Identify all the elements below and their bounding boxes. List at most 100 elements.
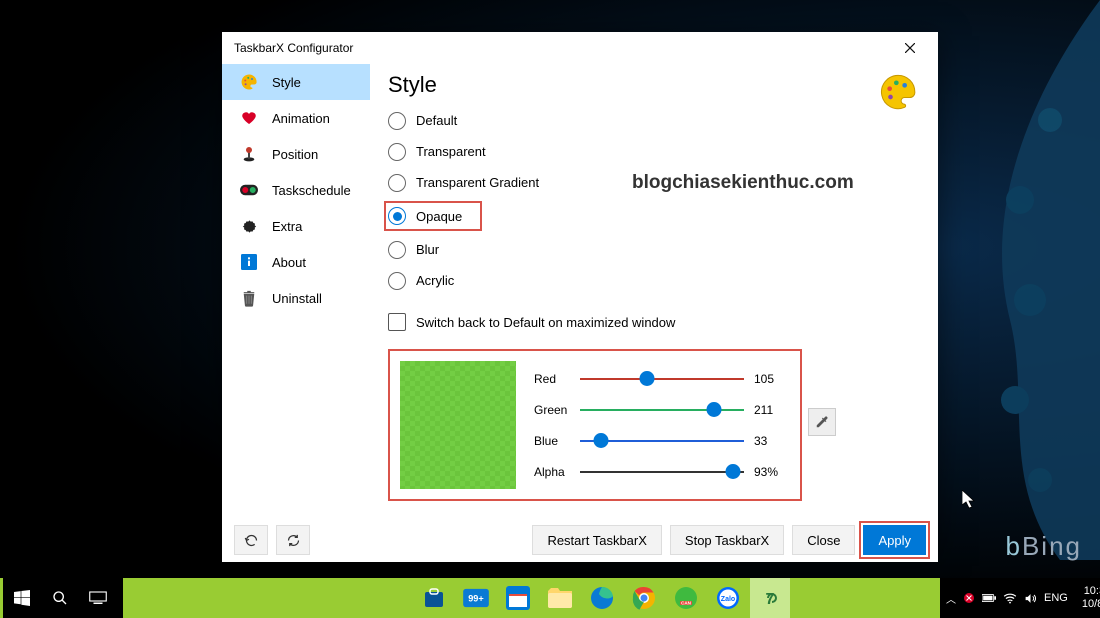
task-view-icon xyxy=(89,591,107,605)
taskbar-app-zalo[interactable]: Zalo xyxy=(708,578,748,618)
sidebar: Style Animation Position Taskschedule xyxy=(222,64,370,518)
refresh-button[interactable] xyxy=(276,525,310,555)
taskbar-app-calendar[interactable] xyxy=(498,578,538,618)
eyedropper-icon xyxy=(815,415,829,429)
sidebar-item-label: Position xyxy=(272,147,318,162)
radio-label: Default xyxy=(416,113,457,128)
battery-icon[interactable] xyxy=(982,593,996,603)
radio-icon xyxy=(388,174,406,192)
page-title: Style xyxy=(388,72,920,98)
color-swatch xyxy=(400,361,516,489)
slider-label: Red xyxy=(534,372,570,386)
sidebar-item-about[interactable]: About xyxy=(222,244,370,280)
taskbar[interactable]: 99+ CAN Zalo 7 ︿ ENG 10:34 PM 10/8/2020 xyxy=(0,578,1100,618)
watermark-text: blogchiasekienthuc.com xyxy=(632,172,854,194)
slider-label: Alpha xyxy=(534,465,570,479)
clock-date: 10/8/2020 xyxy=(1082,598,1100,611)
sidebar-item-position[interactable]: Position xyxy=(222,136,370,172)
chevron-up-icon[interactable]: ︿ xyxy=(946,591,956,606)
sidebar-item-label: About xyxy=(272,255,306,270)
radio-blur[interactable]: Blur xyxy=(388,237,920,262)
joystick-icon xyxy=(240,145,258,163)
slider-track[interactable] xyxy=(580,378,744,380)
sync-error-icon[interactable] xyxy=(963,592,975,604)
slider-alpha[interactable]: Alpha 93% xyxy=(534,465,790,479)
heart-icon xyxy=(240,109,258,127)
start-button[interactable] xyxy=(3,578,41,618)
radio-transparent[interactable]: Transparent xyxy=(388,139,920,164)
desktop-wallpaper-tentacle xyxy=(920,0,1100,560)
sidebar-item-extra[interactable]: Extra xyxy=(222,208,370,244)
slider-value: 211 xyxy=(754,403,790,417)
slider-track[interactable] xyxy=(580,409,744,411)
slider-track[interactable] xyxy=(580,440,744,442)
slider-value: 105 xyxy=(754,372,790,386)
radio-label: Opaque xyxy=(416,209,462,224)
checkbox-switch-back[interactable]: Switch back to Default on maximized wind… xyxy=(388,313,920,331)
restart-taskbarx-button[interactable]: Restart TaskbarX xyxy=(532,525,661,555)
sidebar-item-label: Animation xyxy=(272,111,330,126)
taskbar-app-coccoc[interactable]: CAN xyxy=(666,578,706,618)
configurator-window: TaskbarX Configurator Style Animation xyxy=(222,32,938,562)
volume-icon[interactable] xyxy=(1024,592,1037,605)
radio-icon xyxy=(388,207,406,225)
svg-text:CAN: CAN xyxy=(681,601,691,606)
slider-green[interactable]: Green 211 xyxy=(534,403,790,417)
titlebar[interactable]: TaskbarX Configurator xyxy=(222,32,938,64)
slider-blue[interactable]: Blue 33 xyxy=(534,434,790,448)
gear-icon xyxy=(240,217,258,235)
taskbar-app-taskbarx[interactable]: 7 xyxy=(750,578,790,618)
taskbar-app-edge[interactable] xyxy=(582,578,622,618)
eyedropper-button[interactable] xyxy=(808,408,836,436)
clock[interactable]: 10:34 PM 10/8/2020 xyxy=(1076,585,1100,611)
task-view-button[interactable] xyxy=(79,578,117,618)
close-button[interactable]: Close xyxy=(792,525,855,555)
svg-text:Zalo: Zalo xyxy=(721,596,735,603)
slider-value: 93% xyxy=(754,465,790,479)
radio-icon xyxy=(388,112,406,130)
palette-icon-large xyxy=(878,72,918,117)
apply-button[interactable]: Apply xyxy=(863,525,926,555)
slider-track[interactable] xyxy=(580,471,744,473)
wifi-icon[interactable] xyxy=(1003,592,1017,604)
mouse-cursor-icon xyxy=(962,490,976,510)
slider-label: Green xyxy=(534,403,570,417)
radio-opaque[interactable]: Opaque xyxy=(384,201,482,231)
sidebar-item-taskschedule[interactable]: Taskschedule xyxy=(222,172,370,208)
sidebar-item-label: Taskschedule xyxy=(272,183,351,198)
radio-label: Transparent xyxy=(416,144,486,159)
undo-icon xyxy=(244,533,259,548)
sidebar-item-uninstall[interactable]: Uninstall xyxy=(222,280,370,316)
slider-label: Blue xyxy=(534,434,570,448)
undo-button[interactable] xyxy=(234,525,268,555)
radio-default[interactable]: Default xyxy=(388,108,920,133)
sidebar-item-label: Extra xyxy=(272,219,302,234)
search-button[interactable] xyxy=(41,578,79,618)
refresh-icon xyxy=(286,533,301,548)
taskbar-app-store[interactable] xyxy=(414,578,454,618)
sidebar-item-style[interactable]: Style xyxy=(222,64,370,100)
info-icon xyxy=(240,253,258,271)
trash-icon xyxy=(240,289,258,307)
svg-text:99+: 99+ xyxy=(468,594,484,604)
slider-value: 33 xyxy=(754,434,790,448)
radio-label: Acrylic xyxy=(416,273,454,288)
radio-icon xyxy=(388,143,406,161)
color-panel: Red 105 Green 211 Blue 33 xyxy=(388,349,802,501)
language-indicator[interactable]: ENG xyxy=(1044,592,1068,604)
switch-icon xyxy=(240,181,258,199)
radio-acrylic[interactable]: Acrylic xyxy=(388,268,920,293)
stop-taskbarx-button[interactable]: Stop TaskbarX xyxy=(670,525,784,555)
sidebar-item-animation[interactable]: Animation xyxy=(222,100,370,136)
checkbox-icon xyxy=(388,313,406,331)
slider-red[interactable]: Red 105 xyxy=(534,372,790,386)
taskbar-app-mail[interactable]: 99+ xyxy=(456,578,496,618)
system-tray[interactable]: ︿ ENG xyxy=(946,591,1068,606)
close-button[interactable] xyxy=(890,33,930,63)
taskbar-app-explorer[interactable] xyxy=(540,578,580,618)
radio-label: Transparent Gradient xyxy=(416,175,539,190)
radio-icon xyxy=(388,241,406,259)
sidebar-item-label: Style xyxy=(272,75,301,90)
bing-logo: bBing xyxy=(1005,531,1082,562)
taskbar-app-chrome[interactable] xyxy=(624,578,664,618)
